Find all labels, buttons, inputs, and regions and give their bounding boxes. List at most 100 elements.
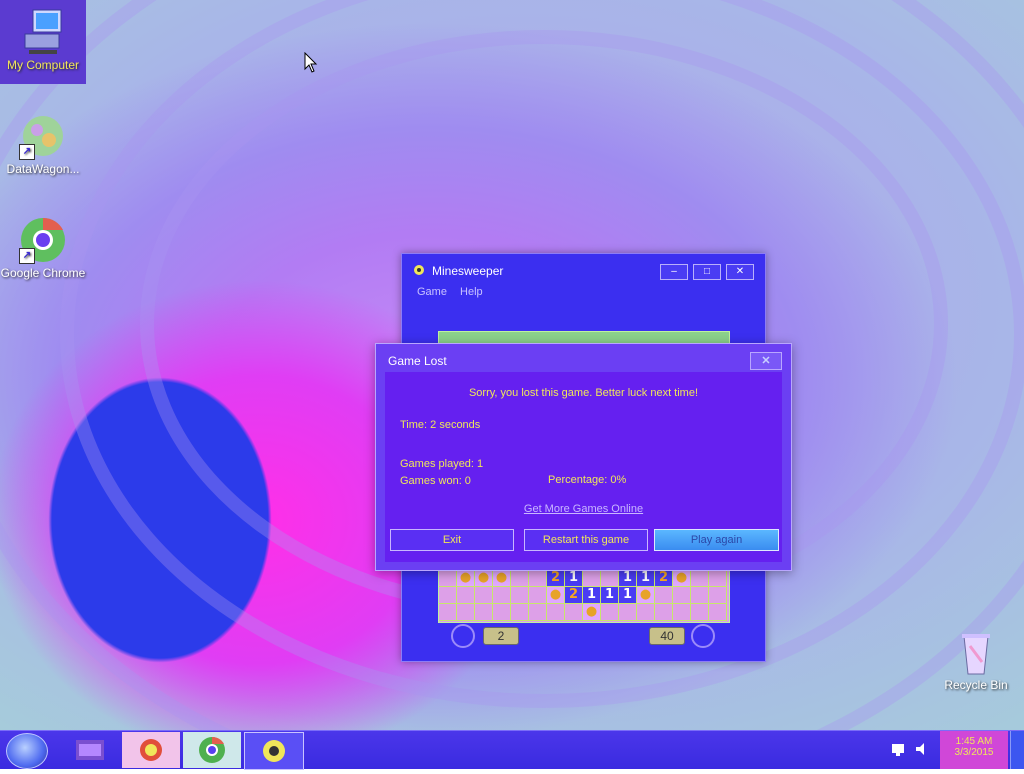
minefield-cell[interactable]: 1	[565, 570, 583, 587]
dialog-close-button[interactable]: ✕	[750, 352, 782, 370]
desktop-icon-google-chrome[interactable]: ↗ Google Chrome	[0, 208, 86, 298]
minefield-cell[interactable]	[673, 604, 691, 621]
minefield-cell[interactable]	[511, 570, 529, 587]
minefield-cell[interactable]	[511, 604, 529, 621]
desktop-icon-datawagon[interactable]: ↗ DataWagon...	[0, 104, 86, 184]
taskbar-item-file-manager[interactable]	[62, 732, 120, 768]
mines-counter: 40	[649, 627, 685, 645]
minefield-cell[interactable]	[439, 604, 457, 621]
minefield-cell[interactable]: ●	[673, 570, 691, 587]
minefield-cell[interactable]	[583, 570, 601, 587]
minefield-cell[interactable]: 1	[601, 587, 619, 604]
menu-bar: Game Help	[417, 286, 493, 298]
dialog-message: Sorry, you lost this game. Better luck n…	[468, 387, 699, 399]
minefield-cell[interactable]: 1	[619, 570, 637, 587]
minefield-cell[interactable]	[601, 604, 619, 621]
window-title: Minesweeper	[432, 264, 504, 278]
minefield-cell[interactable]: ●	[457, 570, 475, 587]
clock-date: 3/3/2015	[954, 747, 994, 758]
minefield-cell[interactable]	[619, 604, 637, 621]
taskbar-item-minesweeper[interactable]	[244, 732, 304, 770]
desktop-icon-label: DataWagon...	[6, 162, 80, 176]
minefield-cell[interactable]	[457, 604, 475, 621]
minefield-cell[interactable]	[529, 604, 547, 621]
minefield-cell[interactable]	[439, 570, 457, 587]
status-bar: 2 40	[447, 624, 717, 648]
exit-button[interactable]: Exit	[390, 529, 514, 551]
minimize-button[interactable]: –	[660, 264, 688, 280]
minefield-cell[interactable]	[691, 587, 709, 604]
taskbar-item-media-player[interactable]	[122, 732, 180, 768]
media-player-icon	[140, 739, 162, 761]
taskbar-item-chrome[interactable]	[183, 732, 241, 768]
minefield-cell[interactable]	[709, 570, 727, 587]
minefield-cell[interactable]: 2	[547, 570, 565, 587]
mine-icon	[691, 624, 715, 648]
minefield-cell[interactable]: 2	[655, 570, 673, 587]
taskbar: 1:45 AM 3/3/2015	[0, 730, 1024, 770]
get-more-games-link[interactable]: Get More Games Online	[385, 503, 782, 515]
minefield-row: ●	[439, 604, 729, 621]
desktop-icon-label: Recycle Bin	[944, 678, 1008, 692]
minefield-cell[interactable]: 2	[565, 587, 583, 604]
minefield-cell[interactable]: ●	[493, 570, 511, 587]
minefield-cell[interactable]	[511, 587, 529, 604]
chrome-icon: ↗	[19, 216, 67, 264]
minefield-cell[interactable]: 1	[583, 587, 601, 604]
game-lost-dialog[interactable]: Game Lost ✕ Sorry, you lost this game. B…	[375, 343, 792, 571]
minefield-cell[interactable]	[601, 570, 619, 587]
minefield[interactable]: ● ● ● 21 1 1 2 ● ● 2 1 1 1 ● ●	[438, 569, 730, 623]
minesweeper-titlebar[interactable]: Minesweeper – □ ✕	[402, 254, 765, 286]
chrome-icon	[199, 736, 225, 763]
recycle-bin-icon	[952, 628, 1000, 676]
desktop-icon-recycle-bin[interactable]: Recycle Bin	[940, 628, 1012, 693]
menu-game[interactable]: Game	[417, 286, 447, 298]
minefield-cell[interactable]: ●	[583, 604, 601, 621]
minefield-cell[interactable]	[709, 604, 727, 621]
desktop-icon-my-computer[interactable]: My Computer	[0, 0, 86, 84]
minefield-cell[interactable]	[475, 604, 493, 621]
minefield-cell[interactable]: 1	[619, 587, 637, 604]
minefield-cell[interactable]	[493, 587, 511, 604]
minefield-cell[interactable]	[457, 587, 475, 604]
minefield-cell[interactable]	[655, 604, 673, 621]
minefield-cell[interactable]	[709, 587, 727, 604]
desktop-icon-label: My Computer	[6, 58, 80, 72]
minefield-cell[interactable]: 1	[637, 570, 655, 587]
show-desktop-button[interactable]	[1010, 731, 1024, 769]
network-icon[interactable]	[890, 741, 906, 757]
minefield-cell[interactable]	[691, 604, 709, 621]
datawagon-icon: ↗	[19, 112, 67, 160]
minefield-cell[interactable]	[691, 570, 709, 587]
minefield-cell[interactable]	[529, 570, 547, 587]
games-played-text: Games played: 1	[400, 458, 484, 470]
minefield-cell[interactable]	[439, 587, 457, 604]
minefield-cell[interactable]	[655, 587, 673, 604]
computer-icon	[19, 8, 67, 56]
maximize-button[interactable]: □	[693, 264, 721, 280]
minefield-cell[interactable]	[547, 604, 565, 621]
minefield-cell[interactable]	[529, 587, 547, 604]
play-again-button[interactable]: Play again	[654, 529, 779, 551]
minefield-cell[interactable]: ●	[547, 587, 565, 604]
minefield-cell[interactable]	[637, 604, 655, 621]
dialog-body: Sorry, you lost this game. Better luck n…	[385, 372, 782, 562]
start-button[interactable]	[6, 733, 48, 769]
desktop: My Computer ↗ DataWagon... ↗ Google Chro…	[0, 0, 1024, 730]
minefield-cell[interactable]: ●	[475, 570, 493, 587]
menu-help[interactable]: Help	[460, 286, 483, 298]
games-won-text: Games won: 0	[400, 475, 471, 487]
file-manager-icon	[76, 740, 104, 760]
shortcut-arrow-icon: ↗	[19, 144, 35, 160]
minefield-cell[interactable]	[673, 587, 691, 604]
restart-button[interactable]: Restart this game	[524, 529, 648, 551]
clock-time: 1:45 AM	[955, 736, 993, 747]
minefield-row: ● ● ● 21 1 1 2 ●	[439, 570, 729, 587]
minefield-cell[interactable]	[493, 604, 511, 621]
minefield-cell[interactable]: ●	[637, 587, 655, 604]
volume-icon[interactable]	[914, 741, 930, 757]
taskbar-clock[interactable]: 1:45 AM 3/3/2015	[940, 731, 1008, 769]
minefield-cell[interactable]	[565, 604, 583, 621]
close-button[interactable]: ✕	[726, 264, 754, 280]
minefield-cell[interactable]	[475, 587, 493, 604]
